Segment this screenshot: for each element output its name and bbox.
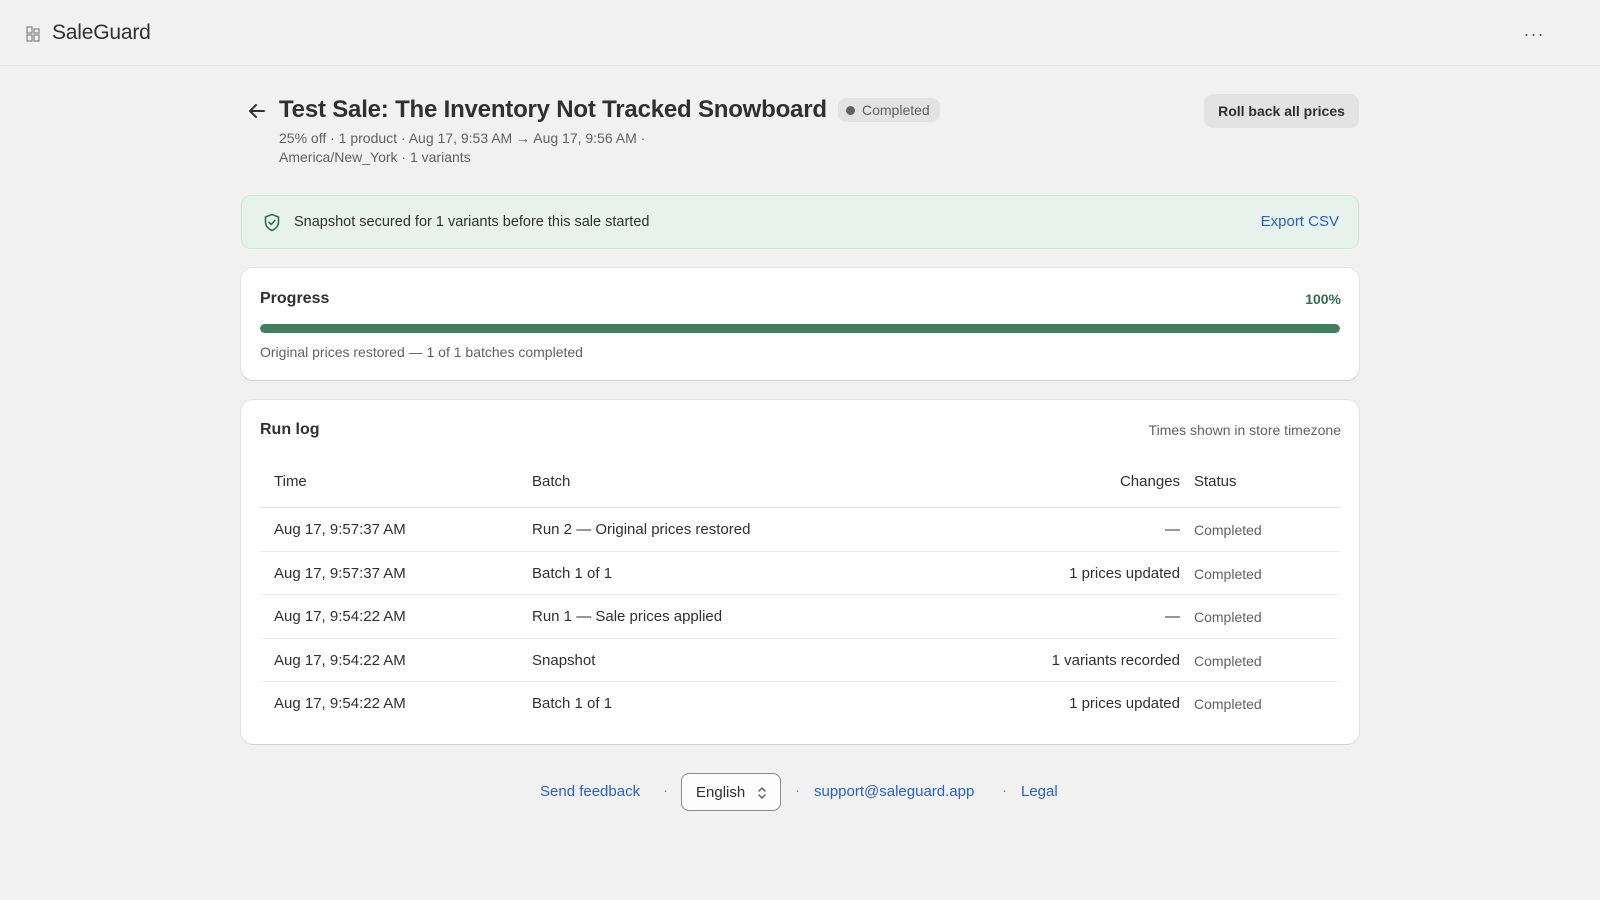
legal-link[interactable]: Legal — [1021, 783, 1058, 800]
row-batch: Batch 1 of 1 — [532, 695, 613, 712]
row-batch: Snapshot — [532, 651, 596, 669]
row-time: Aug 17, 9:57:37 AM — [274, 564, 406, 582]
table-row: Aug 17, 9:57:37 AM Batch 1 of 1 1 prices… — [260, 552, 1340, 595]
row-batch: Batch 1 of 1 — [532, 564, 613, 582]
footer: Send feedback · English · support@salegu… — [0, 773, 1600, 811]
column-header-time: Time — [274, 473, 307, 490]
row-batch: Run 2 — Original prices restored — [532, 521, 751, 538]
arrow-left-icon — [249, 104, 265, 118]
progress-bar-fill — [260, 324, 1340, 333]
footer-separator: · — [795, 782, 800, 799]
table-header: Time Batch Changes Status — [260, 456, 1340, 508]
row-time: Aug 17, 9:57:37 AM — [274, 521, 406, 538]
progress-note: Original prices restored — 1 of 1 batche… — [260, 344, 583, 360]
roll-back-all-prices-button[interactable]: Roll back all prices — [1204, 94, 1359, 128]
status-dot-icon — [846, 105, 855, 115]
app-name: SaleGuard — [52, 21, 151, 44]
back-button[interactable] — [244, 98, 270, 124]
shield-check-icon — [264, 213, 280, 232]
send-feedback-link[interactable]: Send feedback — [540, 783, 640, 800]
table-row: Aug 17, 9:57:37 AM Run 2 — Original pric… — [260, 508, 1340, 552]
run-log-table: Time Batch Changes Status Aug 17, 9:57:3… — [260, 456, 1340, 726]
row-changes: 1 prices updated — [1069, 695, 1180, 712]
export-csv-link[interactable]: Export CSV — [1261, 213, 1339, 230]
row-changes: — — [1165, 521, 1180, 538]
app-logo-icon — [26, 26, 40, 42]
footer-separator: · — [663, 782, 668, 799]
more-options-button[interactable]: ··· — [1520, 22, 1548, 46]
row-status: Completed — [1194, 696, 1262, 712]
run-log-card: Run log Times shown in store timezone Ti… — [241, 400, 1359, 744]
row-batch: Run 1 — Sale prices applied — [532, 608, 723, 625]
status-badge-label: Completed — [862, 102, 930, 118]
progress-bar — [260, 324, 1340, 333]
row-status: Completed — [1194, 609, 1262, 625]
column-header-batch: Batch — [532, 473, 571, 490]
snapshot-banner: Snapshot secured for 1 variants before t… — [241, 195, 1359, 249]
progress-title: Progress — [260, 290, 330, 307]
language-select-value: English — [696, 783, 746, 801]
run-log-title: Run log — [260, 421, 320, 438]
table-row: Aug 17, 9:54:22 AM Batch 1 of 1 1 prices… — [260, 682, 1340, 726]
column-header-status: Status — [1194, 473, 1237, 490]
snapshot-message: Snapshot secured for 1 variants before t… — [294, 214, 650, 230]
language-select[interactable]: English — [681, 773, 781, 811]
timezone-note: Times shown in store timezone — [1148, 422, 1341, 438]
row-status: Completed — [1194, 652, 1262, 669]
sale-meta-line-2: America/New_York · 1 variants — [279, 149, 471, 165]
page-title: Test Sale: The Inventory Not Tracked Sno… — [279, 96, 827, 123]
row-time: Aug 17, 9:54:22 AM — [274, 608, 406, 625]
progress-card: Progress 100% Original prices restored —… — [241, 268, 1359, 380]
footer-separator: · — [1002, 782, 1007, 799]
row-status: Completed — [1194, 565, 1262, 582]
row-time: Aug 17, 9:54:22 AM — [274, 695, 406, 712]
status-badge: Completed — [838, 98, 940, 122]
row-changes: 1 prices updated — [1069, 564, 1180, 582]
table-row: Aug 17, 9:54:22 AM Run 1 — Sale prices a… — [260, 595, 1340, 639]
row-status: Completed — [1194, 522, 1262, 538]
row-changes: 1 variants recorded — [1051, 651, 1180, 669]
table-row: Aug 17, 9:54:22 AM Snapshot 1 variants r… — [260, 639, 1340, 682]
app-bar: SaleGuard ··· — [0, 0, 1600, 66]
chevron-up-down-icon — [758, 787, 766, 799]
sale-meta-line-1: 25% off · 1 product · Aug 17, 9:53 AM → … — [279, 130, 646, 146]
column-header-changes: Changes — [1119, 473, 1180, 490]
row-time: Aug 17, 9:54:22 AM — [274, 651, 406, 669]
progress-percent: 100% — [1305, 291, 1341, 307]
support-email-link[interactable]: support@saleguard.app — [814, 783, 974, 800]
row-changes: — — [1165, 608, 1180, 625]
